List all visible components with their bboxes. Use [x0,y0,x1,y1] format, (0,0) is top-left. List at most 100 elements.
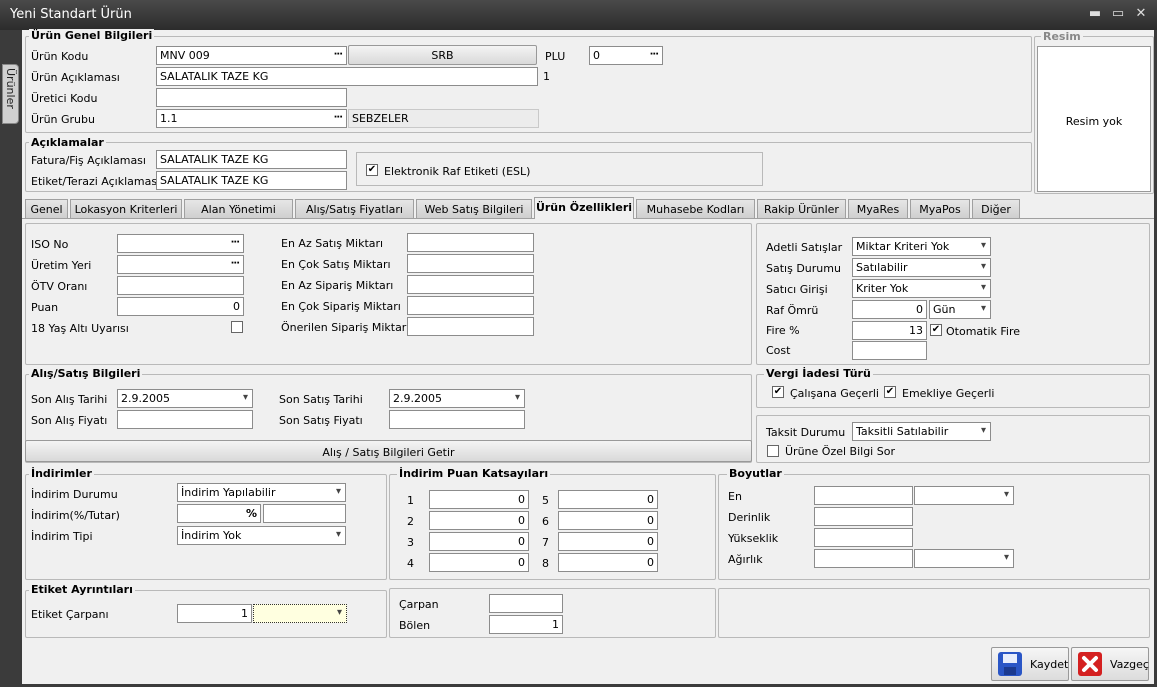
last-sale-date-input[interactable]: 2.9.2005 [389,389,525,408]
installment-select[interactable]: Taksitli Satılabilir [852,422,991,441]
empty-group [718,588,1150,638]
div-input[interactable]: 1 [489,615,563,634]
lookup-icon[interactable]: ··· [650,49,659,60]
coef-input[interactable]: 0 [429,532,529,551]
lookup-icon[interactable]: ··· [231,237,240,248]
width-input[interactable] [814,486,913,505]
tab-genel[interactable]: Genel [25,199,68,218]
last-sale-price-input[interactable] [389,410,525,429]
max-order-input[interactable] [407,296,534,315]
coef-label: 2 [407,515,414,528]
fetch-buysell-button[interactable]: Alış / Satış Bilgileri Getir [25,440,752,462]
shelf-input[interactable]: 0 [852,300,927,319]
tab-diger[interactable]: Diğer [972,199,1020,218]
discount-status-label: İndirim Durumu [31,488,118,501]
weight-input[interactable] [814,549,913,568]
coef-label: 6 [542,515,549,528]
label-multiplier-select[interactable] [253,604,347,623]
discounts-title: İndirimler [29,467,94,480]
tab-web[interactable]: Web Satış Bilgileri [416,199,532,218]
age-checkbox[interactable] [231,321,243,333]
special-info-checkbox[interactable] [767,445,779,457]
tab-lokasyon[interactable]: Lokasyon Kriterleri [70,199,182,218]
tab-muhasebe[interactable]: Muhasebe Kodları [636,199,755,218]
discount-type-select[interactable]: İndirim Yok [177,526,346,545]
minimize-icon[interactable]: ▬ [1087,6,1103,21]
entry-label: Satıcı Girişi [766,283,828,296]
auto-fire-checkbox[interactable]: ✔ [930,324,942,336]
fire-label: Fire % [766,324,800,337]
last-buy-price-input[interactable] [117,410,253,429]
auto-fire-label: Otomatik Fire [946,325,1021,338]
tab-alan[interactable]: Alan Yönetimi [184,199,293,218]
dims-title: Boyutlar [727,467,784,480]
lookup-icon[interactable]: ··· [231,258,240,269]
otv-input[interactable] [117,276,244,295]
coef-input[interactable]: 0 [558,553,658,572]
rec-order-input[interactable] [407,317,534,336]
retired-checkbox[interactable]: ✔ [884,386,896,398]
group-input[interactable]: 1.1 ··· [156,109,347,128]
cancel-button[interactable]: Vazgeç [1071,647,1149,681]
desc-input[interactable]: SALATALIK TAZE KG [156,67,538,86]
worker-checkbox[interactable]: ✔ [772,386,784,398]
tab-myares[interactable]: MyaRes [848,199,908,218]
discount-rate-input[interactable] [263,504,346,523]
coef-input[interactable]: 0 [429,553,529,572]
weight-label: Ağırlık [728,553,763,566]
cost-input[interactable] [852,341,927,360]
depth-input[interactable] [814,507,913,526]
maker-input[interactable] [156,88,347,107]
close-icon[interactable]: ✕ [1133,6,1149,21]
coef-input[interactable]: 0 [429,490,529,509]
max-order-label: En Çok Sipariş Miktarı [281,300,401,313]
tab-myapos[interactable]: MyaPos [910,199,970,218]
lookup-icon[interactable]: ··· [334,49,343,60]
status-select[interactable]: Satılabilir [852,258,991,277]
discount-percent[interactable]: % [177,504,261,523]
fire-input[interactable]: 13 [852,321,927,340]
tab-rakip[interactable]: Rakip Ürünler [757,199,846,218]
group-label: Ürün Grubu [31,113,95,126]
coef-input[interactable]: 0 [558,511,658,530]
max-sale-input[interactable] [407,254,534,273]
height-input[interactable] [814,528,913,547]
mult-input[interactable] [489,594,563,613]
min-sale-input[interactable] [407,233,534,252]
tab-urunler[interactable]: Ürünler [2,64,19,124]
coef-input[interactable]: 0 [429,511,529,530]
width-unit-select[interactable] [914,486,1014,505]
coef-input[interactable]: 0 [558,490,658,509]
lookup-icon[interactable]: ··· [334,112,343,123]
otv-label: ÖTV Oranı [31,280,88,293]
label-multiplier-input[interactable]: 1 [177,604,252,623]
entry-select[interactable]: Kriter Yok [852,279,991,298]
tab-urun-ozellikleri[interactable]: Ürün Özellikleri [534,197,634,219]
origin-input[interactable]: ··· [117,255,244,274]
plu-label: PLU [545,50,566,63]
image-box[interactable]: Resim yok [1037,46,1151,192]
div-label: Bölen [399,619,431,632]
shelf-unit-select[interactable]: Gün [929,300,991,319]
esl-checkbox[interactable]: ✔ [366,164,378,176]
tab-alis-satis[interactable]: Alış/Satış Fiyatları [295,199,414,218]
last-buy-date-input[interactable]: 2.9.2005 [117,389,253,408]
iso-input[interactable]: ··· [117,234,244,253]
coef-label: 8 [542,557,549,570]
coef-input[interactable]: 0 [558,532,658,551]
srb-button[interactable]: SRB [348,45,537,65]
weight-unit-select[interactable] [914,549,1014,568]
shelf-label: Raf Ömrü [766,304,819,317]
min-order-input[interactable] [407,275,534,294]
save-button[interactable]: Kaydet [991,647,1069,681]
scale-input[interactable]: SALATALIK TAZE KG [156,171,347,190]
unit-select[interactable]: Miktar Kriteri Yok [852,237,991,256]
points-input[interactable]: 0 [117,297,244,316]
min-sale-label: En Az Satış Miktarı [281,237,384,250]
code-input[interactable]: MNV 009 ··· [156,46,347,65]
iso-label: ISO No [31,238,69,251]
invoice-input[interactable]: SALATALIK TAZE KG [156,150,347,169]
plu-input[interactable]: 0 ··· [589,46,663,65]
discount-status-select[interactable]: İndirim Yapılabilir [177,483,346,502]
maximize-icon[interactable]: ▭ [1110,6,1126,21]
